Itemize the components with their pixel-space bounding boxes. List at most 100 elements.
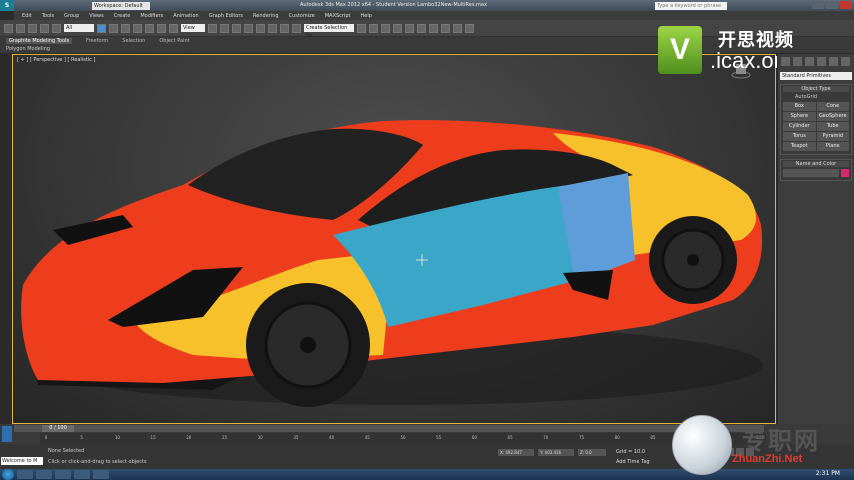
menu-help[interactable]: Help [361, 13, 372, 19]
car-model [21, 120, 763, 407]
y-coordinate-field[interactable]: Y: 403.416 [538, 449, 574, 456]
object-name-input[interactable] [783, 169, 839, 177]
link-icon[interactable] [28, 23, 37, 33]
sphere-button[interactable]: Sphere [783, 112, 816, 121]
schematic-view-icon[interactable] [417, 23, 426, 33]
help-search-input[interactable]: Type a keyword or phrase [655, 2, 727, 10]
object-color-swatch[interactable] [841, 169, 849, 177]
undo-icon[interactable] [4, 23, 13, 33]
close-button[interactable] [840, 1, 852, 9]
material-editor-icon[interactable] [429, 23, 438, 33]
keyboard-shortcut-icon[interactable] [232, 23, 241, 33]
curve-editor-icon[interactable] [405, 23, 414, 33]
taskbar-app-browser[interactable] [55, 470, 71, 479]
plane-button[interactable]: Plane [816, 142, 849, 151]
select-object-icon[interactable] [97, 23, 106, 33]
primitive-category-dropdown[interactable]: Standard Primitives [780, 72, 852, 80]
mirror-icon[interactable] [357, 23, 366, 33]
rendered-frame-icon[interactable] [453, 23, 462, 33]
align-icon[interactable] [369, 23, 378, 33]
select-by-name-icon[interactable] [109, 23, 118, 33]
minimize-button[interactable] [812, 1, 824, 9]
select-manipulate-icon[interactable] [220, 23, 229, 33]
time-slider[interactable]: 0 / 100 [14, 425, 764, 432]
window-title: Autodesk 3ds Max 2012 x64 - Student Vers… [300, 2, 487, 8]
tube-button[interactable]: Tube [816, 122, 849, 131]
maxscript-listener-input[interactable]: Welcome to M [1, 457, 43, 465]
window-crossing-icon[interactable] [133, 23, 142, 33]
name-and-color-title[interactable]: Name and Color [783, 161, 849, 167]
viewport-label[interactable]: [ + ] [ Perspective ] [ Realistic ] [17, 57, 95, 63]
frame-ruler[interactable]: 0510152025303540455055606570758085909510… [40, 433, 766, 444]
autogrid-checkbox[interactable]: AutoGrid [783, 94, 849, 100]
unlink-icon[interactable] [40, 23, 49, 33]
cylinder-button[interactable]: Cylinder [783, 122, 816, 131]
bind-space-warp-icon[interactable] [52, 23, 61, 33]
z-coordinate-field[interactable]: Z: 0.0 [578, 449, 606, 456]
menu-customize[interactable]: Customize [289, 13, 315, 19]
taskbar-app-other[interactable] [93, 470, 109, 479]
reference-coord-dropdown[interactable]: View [181, 24, 205, 32]
graphite-toggle-icon[interactable] [393, 23, 402, 33]
start-button[interactable] [2, 469, 14, 480]
tab-freeform[interactable]: Freeform [86, 38, 108, 44]
tab-graphite-modeling-tools[interactable]: Graphite Modeling Tools [6, 38, 73, 44]
app-menu-button[interactable]: S [0, 0, 14, 11]
spinner-snap-icon[interactable] [280, 23, 289, 33]
menu-animation[interactable]: Animation [173, 13, 199, 19]
menu-rendering[interactable]: Rendering [253, 13, 279, 19]
move-icon[interactable] [145, 23, 154, 33]
utilities-tab-icon[interactable] [841, 57, 850, 66]
pivot-center-icon[interactable] [208, 23, 217, 33]
percent-snap-icon[interactable] [268, 23, 277, 33]
name-and-color-rollout: Name and Color [780, 159, 852, 181]
modify-tab-icon[interactable] [793, 57, 802, 66]
taskbar-app-explorer[interactable] [17, 470, 33, 479]
workspace-dropdown[interactable]: Workspace: Default [92, 1, 150, 10]
edit-named-selection-icon[interactable] [292, 23, 301, 33]
time-slider-handle[interactable]: 0 / 100 [42, 425, 74, 432]
object-type-title[interactable]: Object Type [783, 86, 849, 92]
mini-curve-editor-icon[interactable] [2, 426, 12, 442]
motion-tab-icon[interactable] [817, 57, 826, 66]
scale-icon[interactable] [169, 23, 178, 33]
geosphere-button[interactable]: GeoSphere [816, 112, 849, 121]
rotate-icon[interactable] [157, 23, 166, 33]
car-rear-hub [687, 254, 699, 266]
menu-graph-editors[interactable]: Graph Editors [209, 13, 243, 19]
cone-button[interactable]: Cone [816, 102, 849, 111]
named-selection-dropdown[interactable]: Create Selection Se [304, 24, 354, 39]
layer-manager-icon[interactable] [381, 23, 390, 33]
menu-modifiers[interactable]: Modifiers [140, 13, 163, 19]
menu-views[interactable]: Views [89, 13, 103, 19]
box-button[interactable]: Box [783, 102, 816, 111]
window-controls [812, 1, 852, 9]
tab-object-paint[interactable]: Object Paint [159, 38, 189, 44]
maximize-button[interactable] [826, 1, 838, 9]
selection-region-icon[interactable] [121, 23, 130, 33]
render-production-icon[interactable] [465, 23, 474, 33]
pyramid-button[interactable]: Pyramid [816, 132, 849, 141]
menu-group[interactable]: Group [64, 13, 79, 19]
selection-filter-dropdown[interactable]: All [64, 24, 94, 32]
redo-icon[interactable] [16, 23, 25, 33]
menu-create[interactable]: Create [114, 13, 131, 19]
perspective-viewport[interactable]: [ + ] [ Perspective ] [ Realistic ] [12, 54, 776, 424]
torus-button[interactable]: Torus [783, 132, 816, 141]
menu-tools[interactable]: Tools [42, 13, 54, 19]
tab-selection[interactable]: Selection [122, 38, 145, 44]
teapot-button[interactable]: Teapot [783, 142, 816, 151]
hierarchy-tab-icon[interactable] [805, 57, 814, 66]
add-time-tag-button[interactable]: Add Time Tag [616, 459, 650, 465]
snap-toggle-icon[interactable] [244, 23, 253, 33]
create-tab-icon[interactable] [781, 57, 790, 66]
menu-maxscript[interactable]: MAXScript [325, 13, 351, 19]
taskbar-app-media[interactable] [36, 470, 52, 479]
angle-snap-icon[interactable] [256, 23, 265, 33]
menu-edit[interactable]: Edit [22, 13, 32, 19]
taskbar-app-3dsmax[interactable] [74, 470, 90, 479]
frame-tick-label: 15 [150, 435, 156, 440]
render-setup-icon[interactable] [441, 23, 450, 33]
x-coordinate-field[interactable]: X: 492.847 [498, 449, 534, 456]
display-tab-icon[interactable] [829, 57, 838, 66]
